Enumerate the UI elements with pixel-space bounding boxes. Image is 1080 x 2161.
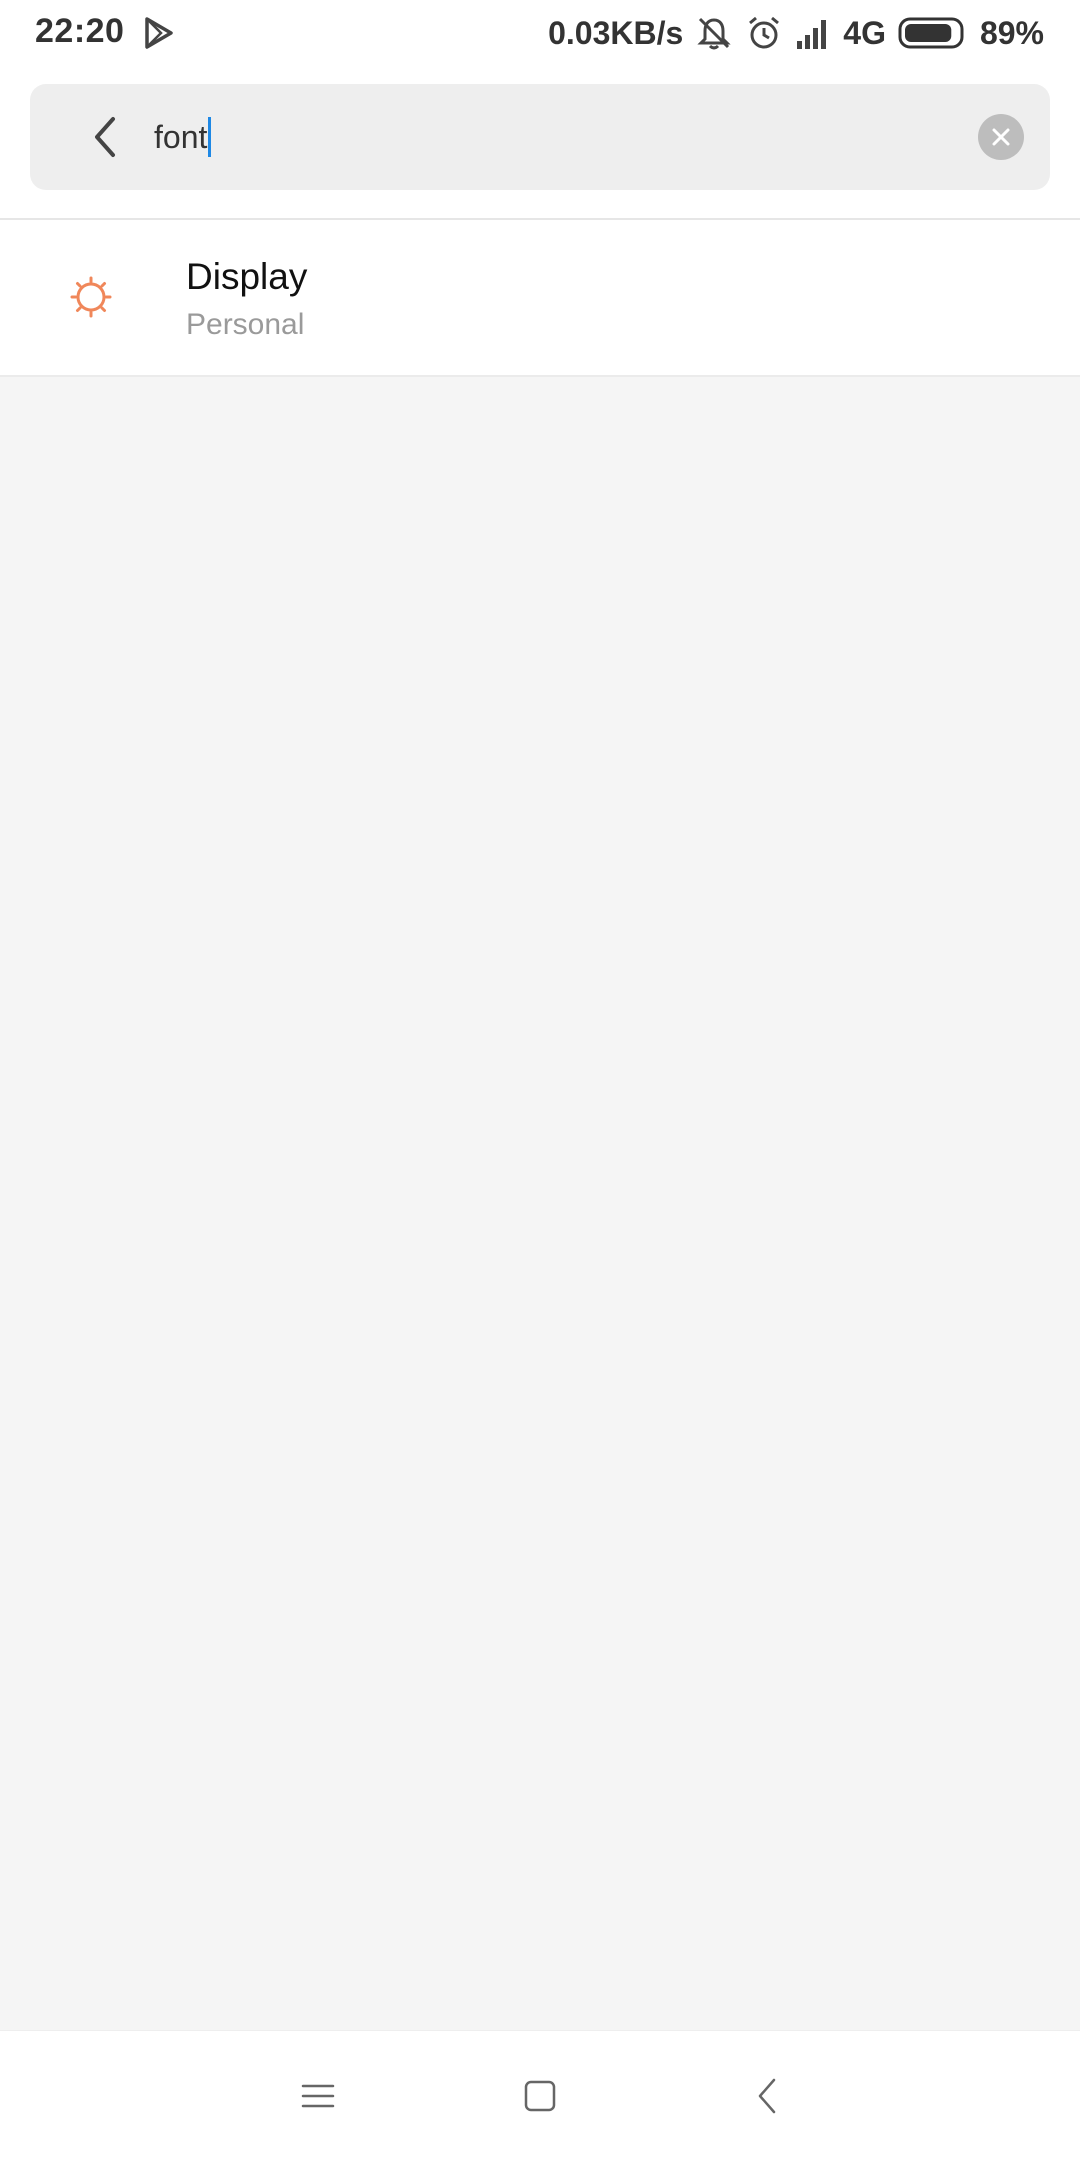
status-icons: 0.03KB/s 4G 89% — [548, 12, 1044, 54]
nav-back-button[interactable] — [732, 2061, 802, 2131]
play-store-icon — [145, 17, 173, 49]
battery-percent: 89% — [979, 14, 1044, 51]
home-icon — [524, 2080, 556, 2112]
menu-icon — [301, 2084, 335, 2108]
back-button[interactable] — [70, 102, 140, 172]
mute-icon — [697, 17, 731, 50]
text-caret — [208, 117, 212, 157]
search-query: font — [154, 118, 208, 155]
clear-button[interactable] — [978, 114, 1024, 160]
home-button[interactable] — [505, 2061, 575, 2131]
result-subtitle: Personal — [186, 308, 305, 341]
menu-button[interactable] — [283, 2061, 353, 2131]
search-box: font — [30, 84, 1050, 190]
navigation-bar — [0, 2030, 1080, 2161]
network-speed: 0.03KB/s — [548, 14, 684, 51]
brightness-icon — [70, 276, 112, 318]
alarm-icon — [749, 16, 780, 49]
search-header: font — [0, 66, 1080, 220]
close-icon — [992, 128, 1010, 146]
status-time: 22:20 — [35, 12, 125, 50]
network-type: 4G — [843, 14, 886, 51]
search-input[interactable]: font — [154, 104, 974, 170]
chevron-left-icon — [95, 117, 115, 157]
result-item-display[interactable] — [0, 220, 1080, 377]
battery-icon — [898, 17, 964, 49]
signal-icon — [797, 20, 827, 49]
result-title: Display — [186, 256, 308, 297]
back-icon — [758, 2078, 776, 2114]
status-bar: 22:20 0.03KB/s 4G 89% — [0, 0, 1080, 66]
